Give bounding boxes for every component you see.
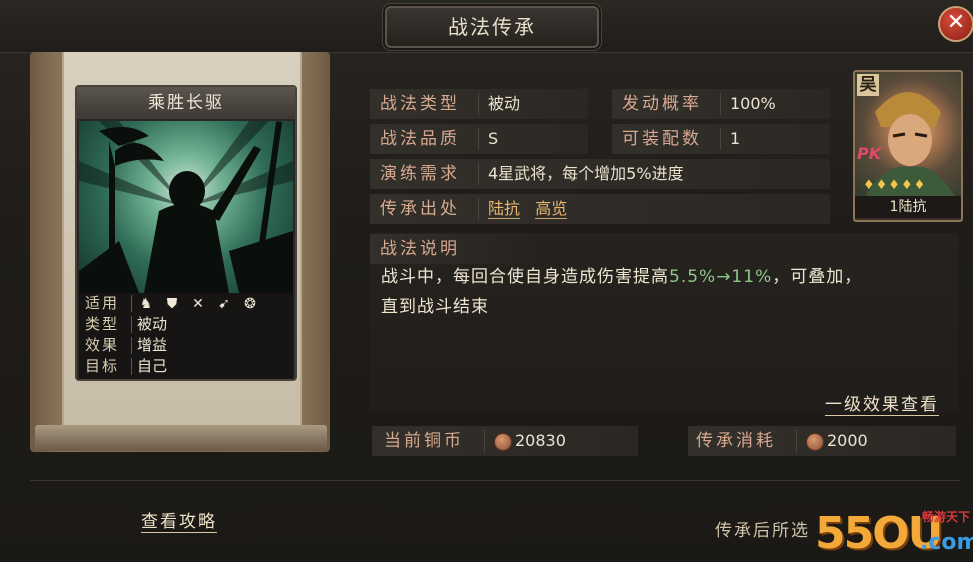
coin-icon bbox=[494, 432, 512, 451]
close-button[interactable]: ✕ bbox=[938, 6, 973, 42]
pk-badge: PK bbox=[857, 144, 882, 163]
cavalry-icon: ♞ bbox=[139, 295, 153, 312]
current-coins-value: 20830 bbox=[494, 426, 566, 456]
train-value: 4星武将，每个增加5%进度 bbox=[488, 164, 684, 183]
view-guide-link[interactable]: 查看攻略 bbox=[141, 507, 217, 533]
bow-icon: ✕ bbox=[192, 295, 204, 312]
info-key: 目标 bbox=[85, 357, 120, 375]
quality-label: 战法品质 bbox=[380, 129, 460, 149]
info-value: 自己 bbox=[137, 357, 168, 375]
skill-card: 乘胜长驱 适用 ♞ ⛊ ✕ ➹ ❂ 类型 被动 效果 增益 目标 自己 bbox=[75, 85, 297, 381]
general-name: 1陆抗 bbox=[855, 196, 961, 218]
info-key: 适用 bbox=[85, 294, 120, 312]
desc-text-1: 战斗中，每回合使自身造成伤害提高 bbox=[381, 267, 669, 287]
spear-icon: ➹ bbox=[218, 295, 230, 312]
equip-label: 可装配数 bbox=[622, 129, 702, 149]
equip-value: 1 bbox=[730, 129, 741, 148]
skill-card-art bbox=[79, 121, 293, 293]
faction-badge: 吴 bbox=[857, 74, 879, 96]
rate-label: 发动概率 bbox=[622, 94, 702, 114]
type-value: 被动 bbox=[488, 94, 521, 113]
current-coins-label: 当前铜币 bbox=[384, 431, 464, 451]
scroll-rod bbox=[35, 425, 327, 451]
wheel-icon: ❂ bbox=[244, 295, 256, 312]
desc-highlight: 5.5%→11% bbox=[669, 267, 773, 287]
info-value: 被动 bbox=[137, 315, 168, 333]
skill-card-info: 适用 ♞ ⛊ ✕ ➹ ❂ 类型 被动 效果 增益 目标 自己 bbox=[79, 293, 293, 379]
info-key: 类型 bbox=[85, 315, 120, 333]
inherit-cost-amount: 2000 bbox=[827, 431, 868, 450]
shield-icon: ⛊ bbox=[166, 295, 178, 312]
inherit-note: 传承后所选 bbox=[715, 521, 810, 541]
desc-label: 战法说明 bbox=[380, 239, 460, 259]
desc-text-2: ，可叠加， bbox=[772, 267, 863, 287]
coin-icon bbox=[806, 432, 824, 451]
general-portrait[interactable]: 吴 PK ♦♦♦♦♦ 1陆抗 bbox=[853, 70, 963, 222]
warrior-silhouette-icon bbox=[79, 121, 293, 293]
watermark-dotcom: .com bbox=[920, 530, 973, 555]
rate-value: 100% bbox=[730, 94, 776, 113]
window-title: 战法传承 bbox=[385, 6, 599, 48]
troop-type-icons: ♞ ⛊ ✕ ➹ ❂ bbox=[137, 293, 259, 314]
skill-card-title: 乘胜长驱 bbox=[77, 87, 295, 119]
inherit-cost-label: 传承消耗 bbox=[696, 431, 776, 451]
type-label: 战法类型 bbox=[380, 94, 460, 114]
level-effects-link[interactable]: 一级效果查看 bbox=[825, 390, 939, 416]
info-row-target: 目标 自己 bbox=[79, 356, 293, 377]
inherit-cost-value: 2000 bbox=[806, 426, 868, 456]
info-value: 增益 bbox=[137, 336, 168, 354]
source-link-lukang[interactable]: 陆抗 bbox=[488, 199, 521, 219]
info-row-effect: 效果 增益 bbox=[79, 335, 293, 356]
source-link-gaolan[interactable]: 高览 bbox=[535, 199, 568, 219]
skill-description: 战斗中，每回合使自身造成伤害提高5.5%→11%，可叠加， 直到战斗结束 bbox=[381, 262, 951, 322]
watermark-tagline: 畅游天下 bbox=[922, 510, 971, 524]
info-key: 效果 bbox=[85, 336, 120, 354]
info-row-type: 类型 被动 bbox=[79, 314, 293, 335]
quality-value: S bbox=[488, 129, 499, 148]
desc-text-3: 直到战斗结束 bbox=[381, 297, 489, 317]
source-label: 传承出处 bbox=[380, 199, 460, 219]
star-rating: ♦♦♦♦♦ bbox=[863, 178, 927, 193]
source-values: 陆抗 高览 bbox=[488, 194, 568, 224]
current-coins-amount: 20830 bbox=[515, 431, 566, 450]
info-row-applies: 适用 ♞ ⛊ ✕ ➹ ❂ bbox=[79, 293, 293, 314]
divider bbox=[30, 480, 960, 481]
train-label: 演练需求 bbox=[380, 164, 460, 184]
